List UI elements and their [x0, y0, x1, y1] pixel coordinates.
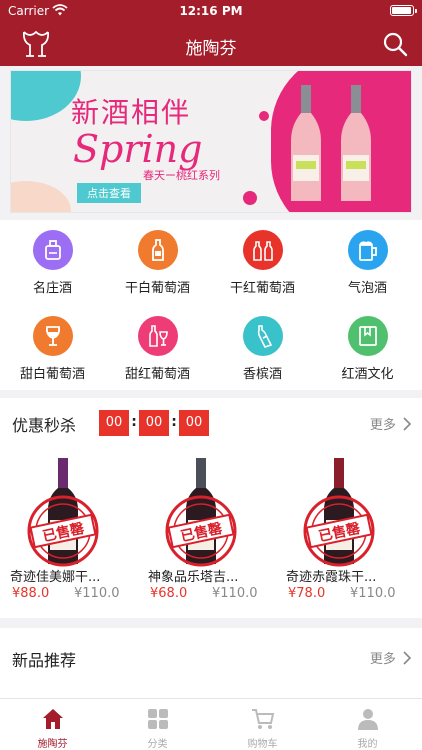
person-icon — [358, 709, 378, 730]
new-products-section: 新品推荐 更多 — [0, 628, 422, 698]
home-icon — [43, 709, 63, 729]
product-original-price: ¥110.0 — [212, 586, 258, 601]
promo-banner[interactable]: 新酒相伴 Spring 春天ー桃红系列 点击查看 — [10, 70, 412, 213]
wine-bottle-icon — [138, 230, 178, 270]
tab-label: 购物车 — [247, 739, 278, 750]
category-label: 甜红葡萄酒 — [124, 367, 190, 382]
nav-bar: 施陶芬 — [0, 22, 422, 66]
chevron-right-icon — [403, 651, 412, 665]
rose-bottle-image — [291, 85, 321, 201]
tab-category[interactable]: 分类 — [105, 699, 210, 750]
category-grid: 名庄酒 干白葡萄酒 干红葡萄酒 气泡酒 甜白葡萄酒 甜红葡萄酒 香槟酒 红酒文化 — [0, 220, 422, 390]
new-products-more-link[interactable]: 更多 — [370, 648, 412, 667]
tab-label: 我的 — [357, 739, 378, 750]
bottle-box-icon — [33, 230, 73, 270]
category-item[interactable]: 香槟酒 — [210, 306, 315, 386]
rose-bottle-image — [341, 85, 371, 201]
decor-dot — [243, 191, 257, 205]
category-item[interactable]: 甜白葡萄酒 — [0, 306, 105, 386]
flash-sale-section: 优惠秒杀 00 : 00 : 00 更多 已售罄 奇迹佳美娜干... ¥88.0… — [0, 398, 422, 618]
sold-out-stamp: 已售罄 — [165, 495, 237, 567]
chevron-right-icon — [403, 417, 412, 431]
tab-bar: 施陶芬 分类 购物车 我的 — [0, 698, 422, 750]
banner-series: 春天ー桃红系列 — [143, 169, 220, 182]
flash-sale-title: 优惠秒杀 — [12, 416, 77, 435]
cart-icon — [252, 709, 275, 729]
bottle-glass-icon — [138, 316, 178, 356]
product-price: ¥88.0 — [12, 586, 50, 601]
sold-out-stamp: 已售罄 — [27, 495, 99, 567]
product-price: ¥78.0 — [288, 586, 326, 601]
flash-product-card[interactable]: 已售罄 奇迹赤霞珠干... ¥78.0 ¥110.0 — [276, 454, 416, 606]
flash-sale-more-link[interactable]: 更多 — [370, 414, 412, 433]
more-label: 更多 — [369, 652, 396, 667]
sold-out-stamp: 已售罄 — [303, 495, 375, 567]
category-label: 干红葡萄酒 — [229, 281, 295, 296]
page-title: 施陶芬 — [185, 39, 237, 59]
more-label: 更多 — [369, 418, 396, 433]
countdown-separator: : — [171, 414, 177, 430]
flash-product-card[interactable]: 已售罄 神象品乐塔吉... ¥68.0 ¥110.0 — [138, 454, 278, 606]
category-label: 香槟酒 — [242, 367, 282, 382]
battery-icon — [390, 5, 417, 16]
product-name: 神象品乐塔吉... — [148, 570, 239, 585]
flash-product-card[interactable]: 已售罄 奇迹佳美娜干... ¥88.0 ¥110.0 — [0, 454, 140, 606]
category-item[interactable]: 干白葡萄酒 — [105, 220, 210, 300]
tab-label: 分类 — [147, 739, 168, 750]
wine-glass-icon — [33, 316, 73, 356]
tab-home[interactable]: 施陶芬 — [0, 699, 105, 750]
category-item[interactable]: 名庄酒 — [0, 220, 105, 300]
clock: 12:16 PM — [179, 4, 243, 18]
category-item[interactable]: 干红葡萄酒 — [210, 220, 315, 300]
tab-label: 施陶芬 — [37, 739, 68, 750]
decor-dot — [259, 111, 269, 121]
category-item[interactable]: 气泡酒 — [315, 220, 420, 300]
product-name: 奇迹赤霞珠干... — [286, 570, 377, 585]
countdown-seconds: 00 — [179, 410, 209, 436]
decor-circle — [11, 181, 71, 212]
banner-cta-button[interactable]: 点击查看 — [77, 183, 141, 203]
product-original-price: ¥110.0 — [350, 586, 396, 601]
product-name: 奇迹佳美娜干... — [10, 570, 101, 585]
category-label: 红酒文化 — [341, 367, 394, 382]
champagne-icon — [243, 316, 283, 356]
category-label: 气泡酒 — [347, 281, 387, 296]
category-item[interactable]: 红酒文化 — [315, 306, 420, 386]
category-item[interactable]: 甜红葡萄酒 — [105, 306, 210, 386]
product-original-price: ¥110.0 — [74, 586, 120, 601]
book-icon — [348, 316, 388, 356]
two-bottles-icon — [243, 230, 283, 270]
category-label: 名庄酒 — [32, 281, 72, 296]
countdown-minutes: 00 — [139, 410, 169, 436]
product-price: ¥68.0 — [150, 586, 188, 601]
tab-cart[interactable]: 购物车 — [210, 699, 315, 750]
banner-headline: 新酒相伴 — [71, 96, 192, 129]
beer-mug-icon — [348, 230, 388, 270]
countdown-separator: : — [131, 414, 137, 430]
status-bar: Carrier 12:16 PM — [0, 0, 422, 22]
grid-icon — [148, 709, 168, 729]
countdown-hours: 00 — [99, 410, 129, 436]
category-label: 甜白葡萄酒 — [19, 367, 85, 382]
search-icon[interactable] — [382, 31, 408, 57]
banner-spring: Spring — [73, 127, 203, 171]
category-label: 干白葡萄酒 — [124, 281, 190, 296]
tab-profile[interactable]: 我的 — [315, 699, 420, 750]
new-products-title: 新品推荐 — [12, 651, 77, 670]
